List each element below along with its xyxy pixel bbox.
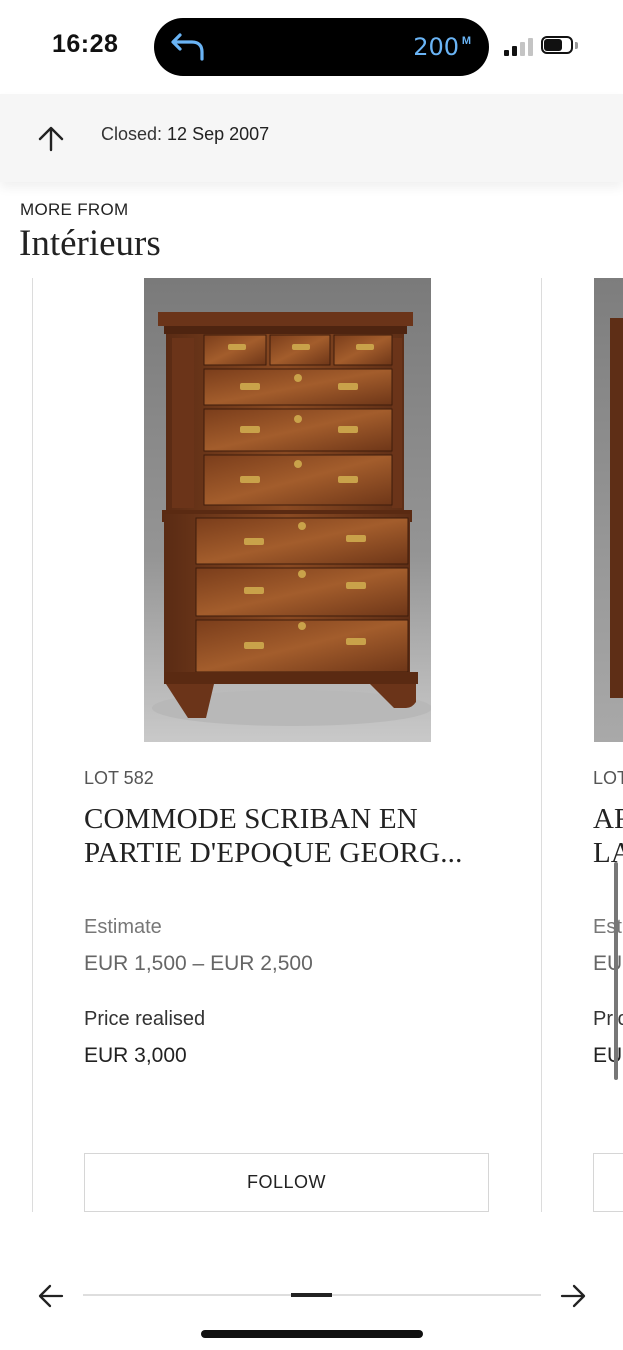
home-indicator[interactable] <box>201 1330 423 1338</box>
closed-date-text: Closed: 12 Sep 2007 <box>101 124 269 145</box>
estimate-value: EUR 1,500 – EUR 2,500 <box>84 952 313 975</box>
status-bar: 16:28 200 M <box>0 0 623 92</box>
next-lot-image[interactable] <box>594 278 623 742</box>
next-lot-number: LOT <box>593 768 623 788</box>
carousel-thumb[interactable] <box>291 1293 332 1297</box>
arrow-right-icon[interactable] <box>560 1282 586 1310</box>
lot-number: LOT 582 <box>84 768 154 788</box>
price-realised-value: EUR 3,000 <box>84 1044 187 1067</box>
next-estimate-label: Est <box>593 916 622 938</box>
dynamic-island[interactable]: 200 M <box>154 18 489 76</box>
up-arrow-icon[interactable] <box>36 124 66 154</box>
follow-button-label: FOLLOW <box>246 1172 326 1192</box>
section-title[interactable]: Intérieurs <box>19 222 161 265</box>
lot-image[interactable] <box>144 278 431 742</box>
back-arrow-icon <box>171 33 204 61</box>
closed-date: 12 Sep 2007 <box>167 124 270 144</box>
next-follow-button[interactable] <box>593 1153 623 1212</box>
more-from-label: MORE FROM <box>20 200 129 219</box>
lot-title[interactable]: COMMODE SCRIBAN EN PARTIE D'EPOQUE GEORG… <box>84 802 504 870</box>
closed-header-bar <box>0 94 623 182</box>
signal-icon <box>504 36 534 56</box>
next-price-label: Pric <box>593 1008 623 1030</box>
card-border-left <box>32 278 33 1212</box>
island-value: 200 <box>413 33 459 61</box>
next-lot-image-furniture <box>610 318 623 698</box>
arrow-left-icon[interactable] <box>38 1282 64 1310</box>
next-estimate-value: EU <box>593 952 623 975</box>
estimate-label: Estimate <box>84 916 162 938</box>
status-time: 16:28 <box>52 30 119 58</box>
battery-icon <box>541 36 579 56</box>
closed-label: Closed: <box>101 124 163 144</box>
chest-of-drawers-image <box>152 312 431 726</box>
card-border-right <box>541 278 542 1212</box>
next-lot-title-line2[interactable]: LA <box>593 836 623 870</box>
vertical-scrollbar[interactable] <box>614 862 618 1080</box>
next-price-value: EU <box>593 1044 623 1067</box>
next-lot-title-line1[interactable]: AR <box>593 802 623 836</box>
follow-button[interactable]: FOLLOW <box>84 1153 489 1212</box>
price-realised-label: Price realised <box>84 1008 206 1030</box>
island-unit: M <box>461 35 471 47</box>
